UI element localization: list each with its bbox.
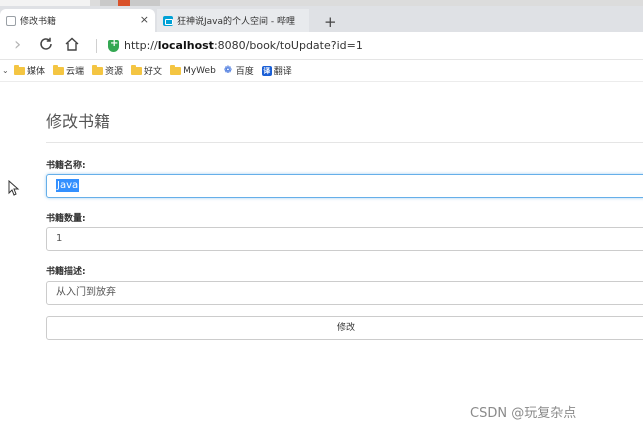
- reload-icon[interactable]: [38, 36, 54, 56]
- tab-bar: 修改书籍 × 狂神说Java的个人空间 - 哔哩哔哩 +: [0, 6, 643, 32]
- book-count-label: 书籍数量:: [46, 214, 86, 224]
- bookmark-folder-myweb[interactable]: MyWeb: [170, 64, 216, 76]
- page-title: 修改书籍: [46, 112, 111, 131]
- forward-icon[interactable]: ›: [14, 34, 21, 55]
- bilibili-favicon-icon: [163, 15, 173, 26]
- address-divider: [96, 39, 97, 53]
- page-favicon-icon: [6, 15, 16, 26]
- tab-bilibili[interactable]: 狂神说Java的个人空间 - 哔哩哔哩: [157, 9, 309, 32]
- new-tab-button[interactable]: +: [324, 13, 337, 31]
- security-shield-icon[interactable]: [108, 38, 119, 52]
- book-detail-label: 书籍描述:: [46, 267, 86, 277]
- tab-edit-book[interactable]: 修改书籍 ×: [0, 9, 155, 32]
- url-field[interactable]: http://localhost:8080/book/toUpdate?id=1: [124, 39, 363, 52]
- folder-icon: [53, 64, 65, 75]
- folder-icon: [131, 64, 143, 75]
- bookmark-baidu[interactable]: ❁ 百度: [224, 64, 254, 77]
- book-name-input[interactable]: Java: [46, 174, 643, 198]
- bookmark-folder-resources[interactable]: 资源: [92, 64, 123, 77]
- bookmark-folder-articles[interactable]: 好文: [131, 64, 162, 77]
- address-bar: › http://localhost:8080/book/toUpdate?id…: [0, 32, 643, 60]
- bookmark-translate[interactable]: 译翻译: [261, 64, 292, 77]
- home-icon[interactable]: [64, 36, 80, 56]
- selected-text: Java: [56, 179, 80, 192]
- book-detail-input[interactable]: 从入门到放弃: [46, 281, 643, 305]
- tab-label: 狂神说Java的个人空间 - 哔哩哔哩: [177, 17, 295, 27]
- watermark: CSDN @玩复杂点: [470, 406, 577, 421]
- book-name-label: 书籍名称:: [46, 161, 86, 171]
- baidu-paw-icon: ❁: [223, 64, 233, 76]
- translate-icon: 译: [261, 65, 272, 76]
- title-divider: [46, 142, 643, 143]
- update-button[interactable]: 修改: [46, 316, 643, 340]
- book-count-input[interactable]: 1: [46, 227, 643, 251]
- bookmarks-chevron-icon[interactable]: ⌄: [2, 66, 14, 75]
- bookmark-folder-cloud[interactable]: 云端: [53, 64, 84, 77]
- folder-icon: [170, 64, 182, 75]
- folder-icon: [92, 64, 104, 75]
- folder-icon: [14, 64, 25, 75]
- bookmark-folder-media[interactable]: 媒体: [14, 64, 45, 77]
- bookmarks-bar: ⌄ 媒体 云端 资源 好文 MyWeb ❁ 百度 译翻译: [0, 60, 643, 82]
- close-tab-icon[interactable]: ×: [140, 13, 149, 26]
- tab-label: 修改书籍: [20, 17, 57, 27]
